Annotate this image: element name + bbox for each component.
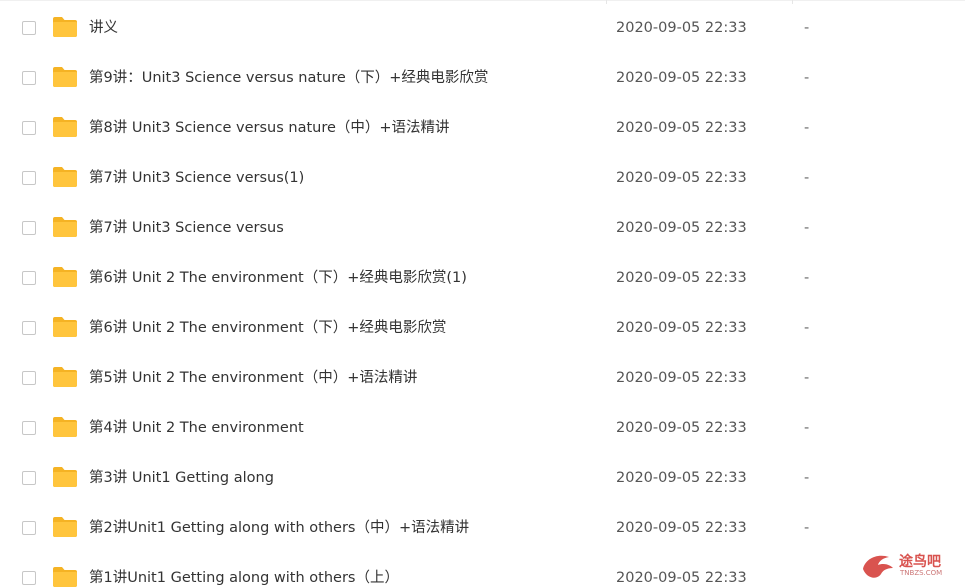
file-size: -	[804, 270, 810, 286]
watermark-subtext: TNBZS.COM	[900, 569, 943, 577]
folder-icon	[53, 17, 77, 37]
folder-icon	[53, 317, 77, 337]
folder-icon	[53, 267, 77, 287]
file-modified-date: 2020-09-05 22:33	[616, 220, 747, 236]
folder-icon	[53, 67, 77, 87]
row-checkbox[interactable]	[22, 321, 36, 335]
file-list-window: 讲义 2020-09-05 22:33 - 第9讲：Unit3 Science …	[0, 0, 965, 587]
file-row[interactable]: 第4讲 Unit 2 The environment 2020-09-05 22…	[0, 404, 965, 454]
file-name[interactable]: 第6讲 Unit 2 The environment（下）+经典电影欣赏(1)	[89, 268, 467, 288]
file-modified-date: 2020-09-05 22:33	[616, 570, 747, 586]
file-row[interactable]: 第9讲：Unit3 Science versus nature（下）+经典电影欣…	[0, 54, 965, 104]
folder-icon	[53, 517, 77, 537]
folder-icon	[53, 467, 77, 487]
row-checkbox[interactable]	[22, 571, 36, 585]
file-size: -	[804, 220, 810, 236]
file-row[interactable]: 讲义 2020-09-05 22:33 -	[0, 4, 965, 54]
file-size: -	[804, 170, 810, 186]
file-modified-date: 2020-09-05 22:33	[616, 120, 747, 136]
row-checkbox[interactable]	[22, 21, 36, 35]
bird-logo-icon	[863, 555, 893, 578]
file-size: -	[804, 20, 810, 36]
file-row[interactable]: 第6讲 Unit 2 The environment（下）+经典电影欣赏 202…	[0, 304, 965, 354]
file-size: -	[804, 520, 810, 536]
watermark-text: 途鸟吧	[899, 554, 941, 570]
row-checkbox[interactable]	[22, 171, 36, 185]
file-size: -	[804, 70, 810, 86]
row-checkbox[interactable]	[22, 521, 36, 535]
file-modified-date: 2020-09-05 22:33	[616, 420, 747, 436]
file-size: -	[804, 420, 810, 436]
row-checkbox[interactable]	[22, 71, 36, 85]
file-row[interactable]: 第5讲 Unit 2 The environment（中）+语法精讲 2020-…	[0, 354, 965, 404]
row-checkbox[interactable]	[22, 371, 36, 385]
folder-icon	[53, 217, 77, 237]
file-list: 讲义 2020-09-05 22:33 - 第9讲：Unit3 Science …	[0, 4, 965, 587]
file-modified-date: 2020-09-05 22:33	[616, 270, 747, 286]
folder-icon	[53, 367, 77, 387]
row-checkbox[interactable]	[22, 221, 36, 235]
file-modified-date: 2020-09-05 22:33	[616, 370, 747, 386]
folder-icon	[53, 567, 77, 587]
file-name[interactable]: 第7讲 Unit3 Science versus(1)	[89, 168, 304, 188]
file-name[interactable]: 讲义	[89, 18, 118, 38]
row-checkbox[interactable]	[22, 421, 36, 435]
file-modified-date: 2020-09-05 22:33	[616, 70, 747, 86]
file-row[interactable]: 第7讲 Unit3 Science versus(1) 2020-09-05 2…	[0, 154, 965, 204]
file-size: -	[804, 470, 810, 486]
file-row[interactable]: 第2讲Unit1 Getting along with others（中）+语法…	[0, 504, 965, 554]
file-name[interactable]: 第8讲 Unit3 Science versus nature（中）+语法精讲	[89, 118, 450, 138]
file-row[interactable]: 第3讲 Unit1 Getting along 2020-09-05 22:33…	[0, 454, 965, 504]
file-name[interactable]: 第7讲 Unit3 Science versus	[89, 218, 284, 238]
folder-icon	[53, 117, 77, 137]
row-checkbox[interactable]	[22, 271, 36, 285]
file-row[interactable]: 第1讲Unit1 Getting along with others（上） 20…	[0, 554, 965, 587]
file-name[interactable]: 第4讲 Unit 2 The environment	[89, 418, 304, 438]
file-row[interactable]: 第6讲 Unit 2 The environment（下）+经典电影欣赏(1) …	[0, 254, 965, 304]
top-border	[0, 0, 965, 1]
file-row[interactable]: 第7讲 Unit3 Science versus 2020-09-05 22:3…	[0, 204, 965, 254]
file-row[interactable]: 第8讲 Unit3 Science versus nature（中）+语法精讲 …	[0, 104, 965, 154]
file-name[interactable]: 第6讲 Unit 2 The environment（下）+经典电影欣赏	[89, 318, 446, 338]
row-checkbox[interactable]	[22, 471, 36, 485]
file-modified-date: 2020-09-05 22:33	[616, 320, 747, 336]
folder-icon	[53, 167, 77, 187]
file-name[interactable]: 第3讲 Unit1 Getting along	[89, 468, 274, 488]
file-modified-date: 2020-09-05 22:33	[616, 20, 747, 36]
file-size: -	[804, 120, 810, 136]
file-modified-date: 2020-09-05 22:33	[616, 520, 747, 536]
file-size: -	[804, 320, 810, 336]
folder-icon	[53, 417, 77, 437]
file-name[interactable]: 第9讲：Unit3 Science versus nature（下）+经典电影欣…	[89, 68, 488, 88]
file-modified-date: 2020-09-05 22:33	[616, 170, 747, 186]
file-size: -	[804, 370, 810, 386]
file-name[interactable]: 第5讲 Unit 2 The environment（中）+语法精讲	[89, 368, 417, 388]
file-modified-date: 2020-09-05 22:33	[616, 470, 747, 486]
row-checkbox[interactable]	[22, 121, 36, 135]
watermark-logo: 途鸟吧 TNBZS.COM	[859, 549, 959, 583]
file-name[interactable]: 第2讲Unit1 Getting along with others（中）+语法…	[89, 518, 469, 538]
file-name[interactable]: 第1讲Unit1 Getting along with others（上）	[89, 568, 399, 587]
